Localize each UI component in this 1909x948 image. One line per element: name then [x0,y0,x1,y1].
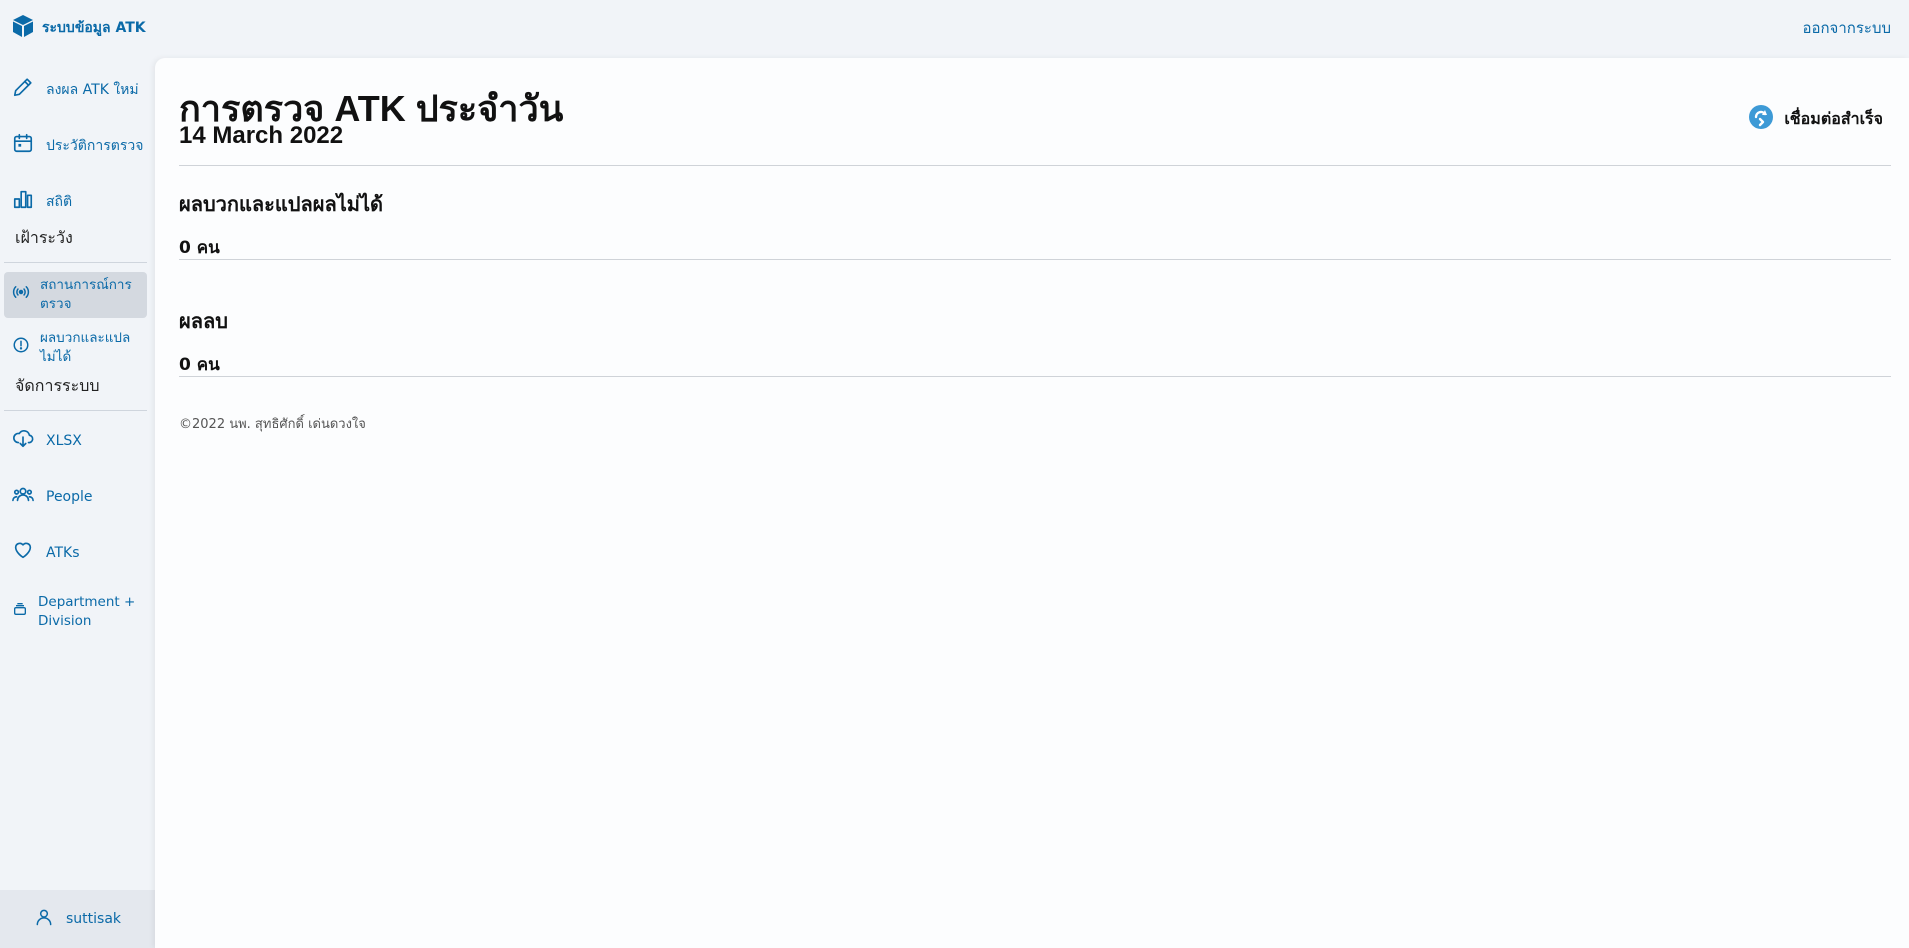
user-icon [34,907,54,931]
logout-link[interactable]: ออกจากระบบ [1802,16,1891,40]
sidebar-item-label: ประวัติการตรวจ [46,137,144,154]
sidebar-item-atks[interactable]: ATKs [4,542,147,564]
sidebar-item-test-situation[interactable]: สถานการณ์การตรวจ [4,272,147,318]
brand[interactable]: ระบบข้อมูล ATK [12,14,146,42]
sidebar-item-people[interactable]: People [4,486,147,508]
divider [179,165,1891,166]
divider [4,262,147,263]
divider [179,376,1891,377]
stack-icon [12,601,28,623]
sidebar: ลงผล ATK ใหม่ ประวัติการตรวจ สถิติ เฝ้าร… [0,56,155,948]
alert-circle-icon [12,336,30,360]
cloud-download-icon [12,427,34,455]
bar-chart-icon [12,188,34,216]
footer-copyright: ©2022 นพ. สุทธิศักดิ์ เด่นดวงใจ [179,417,366,432]
count-positive: 0 คน [179,238,220,258]
sidebar-item-label: People [46,488,93,505]
sidebar-item-history[interactable]: ประวัติการตรวจ [4,132,147,160]
sidebar-item-stats[interactable]: สถิติ [4,188,147,216]
section-heading-positive: ผลบวกและแปลผลไม่ได้ [179,192,384,216]
page-date: 14 March 2022 [179,122,344,149]
heart-icon [12,539,34,567]
calendar-icon [12,132,34,160]
sidebar-item-xlsx[interactable]: XLSX [4,430,147,452]
sidebar-item-label: สถานการณ์การตรวจ [40,277,132,312]
main-panel: การตรวจ ATK ประจำวัน 14 March 2022 เชื่อ… [155,58,1909,948]
sidebar-item-department[interactable]: Department + Division [4,592,147,632]
sidebar-item-positive-results[interactable]: ผลบวกและแปลไม่ได้ [4,328,147,368]
count-negative: 0 คน [179,355,220,375]
sidebar-item-label: Department + Division [38,594,136,629]
sidebar-item-label: XLSX [46,432,82,449]
users-icon [12,483,34,511]
section-label-watch: เฝ้าระวัง [15,228,73,247]
user-profile[interactable]: suttisak [0,890,155,948]
divider [4,410,147,411]
section-heading-negative: ผลลบ [179,309,228,333]
cube-logo-icon [12,14,34,42]
refresh-status-icon [1748,104,1774,134]
connection-status-text: เชื่อมต่อสำเร็จ [1784,108,1883,128]
sidebar-item-label: ลงผล ATK ใหม่ [46,81,139,98]
sidebar-item-new-atk[interactable]: ลงผล ATK ใหม่ [4,76,147,104]
connection-status: เชื่อมต่อสำเร็จ [1748,104,1883,134]
username: suttisak [65,911,121,927]
section-label-admin: จัดการระบบ [15,376,100,395]
pencil-icon [12,76,34,104]
top-bar: ระบบข้อมูล ATK ออกจากระบบ [0,0,1909,56]
broadcast-icon [12,283,30,307]
app-title: ระบบข้อมูล ATK [42,20,146,36]
sidebar-item-label: สถิติ [46,193,73,210]
sidebar-item-label: ATKs [46,544,80,561]
sidebar-item-label: ผลบวกและแปลไม่ได้ [40,330,131,365]
divider [179,259,1891,260]
